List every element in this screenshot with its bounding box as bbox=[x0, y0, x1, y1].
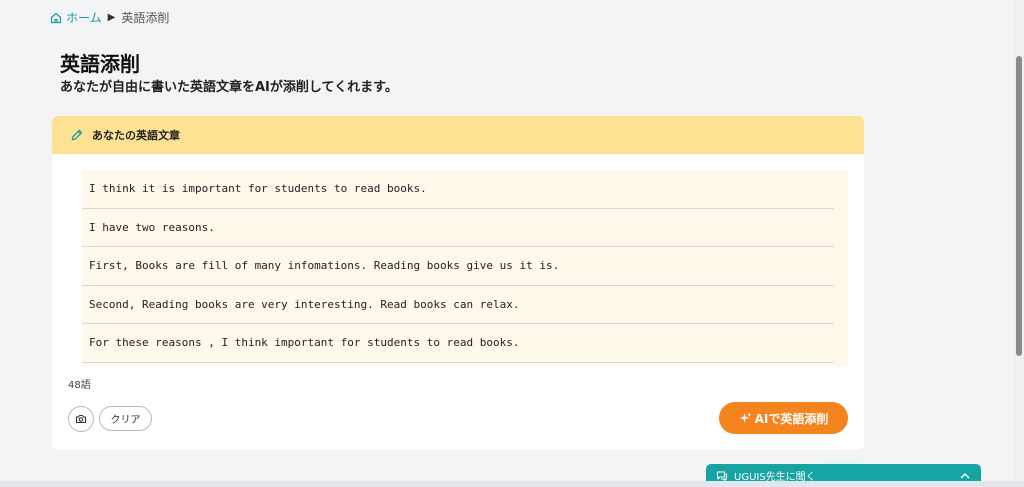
os-taskbar bbox=[0, 481, 1024, 487]
essay-line[interactable]: For these reasons , I think important fo… bbox=[82, 324, 834, 363]
card-header: あなたの英語文章 bbox=[52, 116, 864, 154]
chevron-up-icon[interactable] bbox=[959, 470, 971, 482]
card-header-label: あなたの英語文章 bbox=[92, 129, 180, 142]
essay-line[interactable]: Second, Reading books are very interesti… bbox=[82, 286, 834, 324]
scrollbar-thumb[interactable] bbox=[1016, 56, 1022, 356]
essay-card: あなたの英語文章 I think it is important for stu… bbox=[52, 116, 864, 450]
clear-button[interactable]: クリア bbox=[99, 406, 152, 431]
page-subtitle: あなたが自由に書いた英語文章をAIが添削してくれます。 bbox=[60, 80, 398, 95]
breadcrumb-home-label[interactable]: ホーム bbox=[66, 9, 102, 26]
chat-icon bbox=[716, 470, 728, 481]
breadcrumb-current: 英語添削 bbox=[121, 11, 170, 25]
breadcrumb-home-link[interactable]: ホーム bbox=[50, 9, 102, 26]
home-icon bbox=[50, 12, 62, 23]
essay-line[interactable]: I think it is important for students to … bbox=[82, 170, 834, 209]
chevron-right-icon: ▶ bbox=[107, 12, 116, 23]
camera-icon bbox=[75, 414, 87, 424]
sparkles-icon bbox=[739, 412, 752, 423]
breadcrumb: ホーム ▶ 英語添削 bbox=[50, 9, 169, 26]
page-title: 英語添削 bbox=[60, 52, 140, 76]
word-count: 48語 bbox=[68, 380, 91, 391]
essay-textarea[interactable]: I think it is important for students to … bbox=[82, 170, 848, 366]
camera-button[interactable] bbox=[68, 406, 94, 432]
ai-correct-button[interactable]: AIで英語添削 bbox=[719, 402, 848, 434]
essay-line[interactable]: I have two reasons. bbox=[82, 209, 834, 247]
pencil-icon bbox=[71, 129, 83, 141]
page-scrollbar[interactable] bbox=[1014, 0, 1024, 487]
essay-line[interactable]: First, Books are fill of many infomation… bbox=[82, 247, 834, 286]
ai-correct-label: AIで英語添削 bbox=[754, 411, 829, 426]
